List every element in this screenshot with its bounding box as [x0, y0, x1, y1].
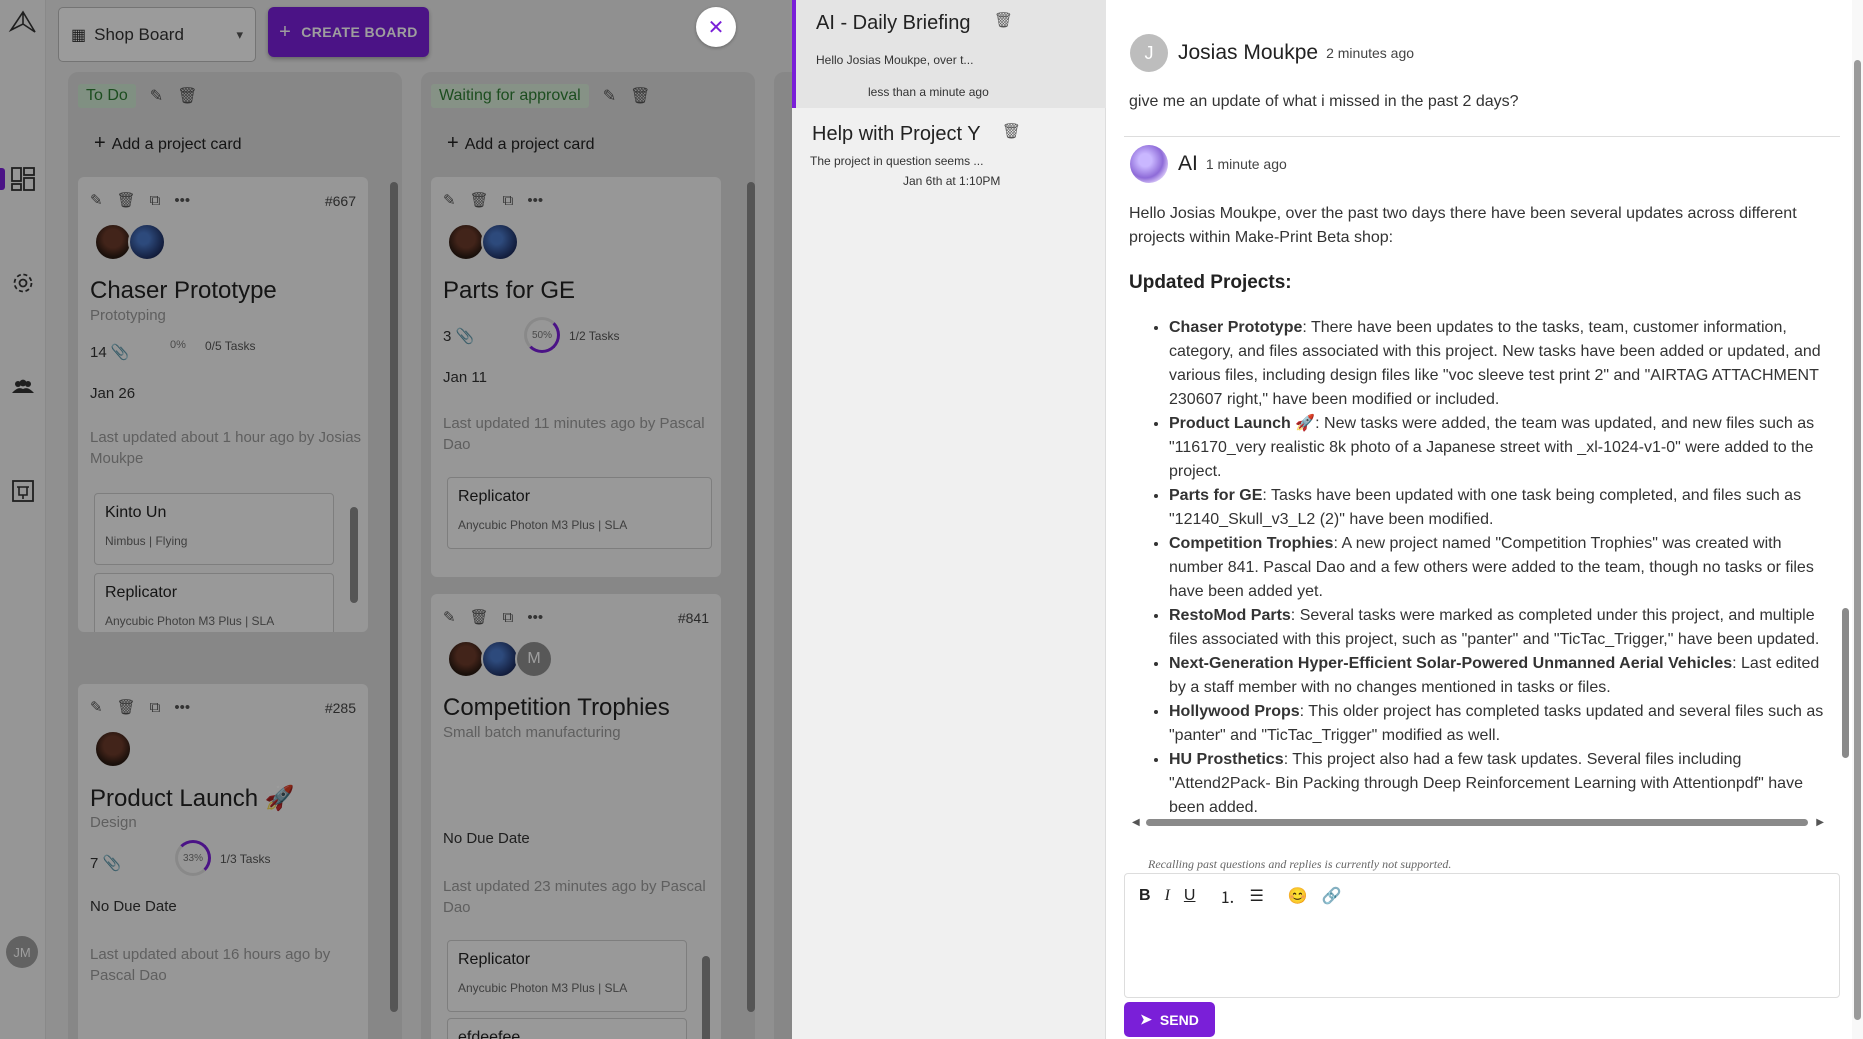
list-item: RestoMod Parts: Several tasks were marke…: [1169, 604, 1825, 652]
project-name: Competition Trophies: [1169, 535, 1334, 552]
user-avatar: J: [1130, 34, 1168, 72]
chat-title: AI - Daily Briefing: [816, 12, 971, 34]
vertical-scrollbar[interactable]: [1840, 60, 1850, 820]
project-name: RestoMod Parts: [1169, 607, 1291, 624]
list-item: HU Prosthetics: This project also had a …: [1169, 748, 1825, 820]
emoji-icon[interactable]: 😊: [1288, 886, 1308, 906]
composer-note: Recalling past questions and replies is …: [1148, 857, 1452, 871]
message-time: 1 minute ago: [1205, 156, 1287, 172]
chat-preview: Hello Josias Moukpe, over t...: [816, 53, 974, 67]
chat-title: Help with Project Y: [812, 123, 981, 145]
message-editor[interactable]: B I U ⒈ ☰ 😊 🔗: [1124, 873, 1840, 998]
project-name: Parts for GE: [1169, 487, 1263, 504]
ai-message-intro: Hello Josias Moukpe, over the past two d…: [1129, 205, 1797, 246]
chat-panel: J Josias Moukpe 2 minutes ago give me an…: [1106, 0, 1863, 1039]
chat-preview: The project in question seems ...: [810, 154, 984, 168]
message-divider: [1124, 136, 1840, 137]
project-name: Next-Generation Hyper-Efficient Solar-Po…: [1169, 655, 1733, 672]
list-item: Chaser Prototype: There have been update…: [1169, 316, 1825, 412]
bullet-list-icon[interactable]: ☰: [1249, 886, 1263, 906]
close-icon[interactable]: ✕: [696, 7, 736, 47]
send-label: SEND: [1159, 1011, 1199, 1028]
underline-icon[interactable]: U: [1184, 887, 1196, 905]
project-name: Chaser Prototype: [1169, 319, 1303, 336]
modal-backdrop[interactable]: [0, 0, 792, 1039]
user-message-header: J Josias Moukpe 2 minutes ago: [1130, 34, 1414, 72]
scrollbar-thumb[interactable]: [1146, 819, 1808, 826]
list-item: Product Launch 🚀: New tasks were added, …: [1169, 412, 1825, 484]
editor-toolbar: B I U ⒈ ☰ 😊 🔗: [1139, 884, 1342, 908]
project-name: HU Prosthetics: [1169, 751, 1284, 768]
updated-projects-list: Chaser Prototype: There have been update…: [1169, 316, 1825, 820]
page-scrollbar[interactable]: [1852, 0, 1863, 1039]
message-author: AI: [1178, 152, 1198, 175]
italic-icon[interactable]: I: [1165, 887, 1170, 905]
scrollbar-thumb[interactable]: [1854, 60, 1861, 1020]
chat-list: AI - Daily Briefing 🗑 Hello Josias Moukp…: [792, 0, 1106, 1039]
scrollbar-thumb[interactable]: [1842, 608, 1849, 758]
ai-message-header: AI 1 minute ago: [1130, 145, 1287, 183]
ordered-list-icon[interactable]: ⒈: [1219, 884, 1235, 908]
user-message-text: give me an update of what i missed in th…: [1129, 93, 1519, 110]
project-name: Hollywood Props: [1169, 703, 1300, 720]
bold-icon[interactable]: B: [1139, 887, 1151, 905]
send-button[interactable]: ➤ SEND: [1124, 1002, 1215, 1037]
list-item: Competition Trophies: A new project name…: [1169, 532, 1825, 604]
trash-icon[interactable]: 🗑: [994, 11, 1013, 29]
message-author: Josias Moukpe: [1178, 41, 1319, 64]
send-icon: ➤: [1140, 1011, 1152, 1027]
chat-item-help-with-project-y[interactable]: Help with Project Y 🗑 The project in que…: [792, 108, 1106, 198]
message-time: 2 minutes ago: [1326, 45, 1415, 61]
trash-icon[interactable]: 🗑: [1002, 122, 1021, 140]
ai-avatar: [1130, 145, 1168, 183]
list-item: Hollywood Props: This older project has …: [1169, 700, 1825, 748]
list-item: Next-Generation Hyper-Efficient Solar-Po…: [1169, 652, 1825, 700]
link-icon[interactable]: 🔗: [1322, 886, 1342, 906]
chat-time: less than a minute ago: [868, 85, 989, 99]
scroll-left-icon[interactable]: ◀: [1132, 817, 1140, 828]
chat-time: Jan 6th at 1:10PM: [903, 174, 1001, 188]
horizontal-scrollbar[interactable]: ◀ ▶: [1132, 817, 1824, 828]
project-name: Product Launch 🚀: [1169, 415, 1316, 432]
app-root: JM ▦ Shop Board ▾ + CREATE BOARD To Do ✎…: [0, 0, 1863, 1039]
project-update-text: : Tasks have been updated with one task …: [1169, 487, 1802, 528]
list-item: Parts for GE: Tasks have been updated wi…: [1169, 484, 1825, 532]
ai-message-heading: Updated Projects:: [1129, 272, 1292, 293]
scroll-right-icon[interactable]: ▶: [1816, 817, 1824, 828]
chat-item-ai-daily-briefing[interactable]: AI - Daily Briefing 🗑 Hello Josias Moukp…: [792, 0, 1106, 108]
